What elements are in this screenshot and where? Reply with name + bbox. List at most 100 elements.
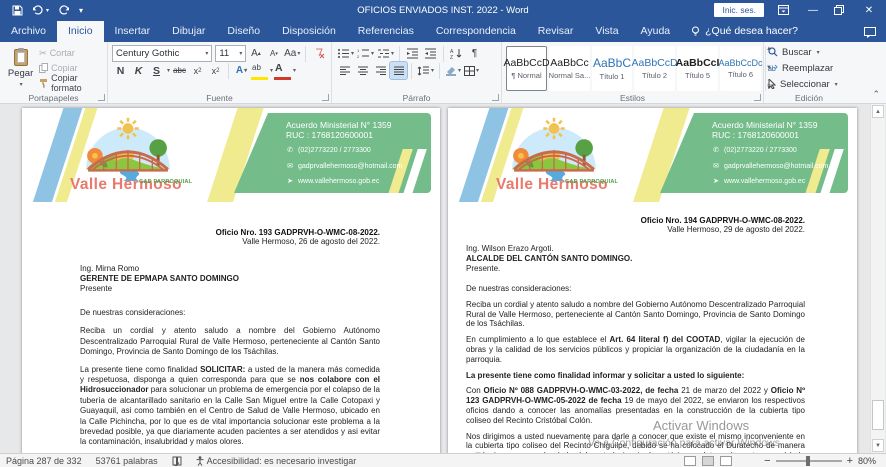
shrink-font-button[interactable]: A▾	[265, 45, 282, 62]
grow-font-button[interactable]: A▴	[247, 45, 264, 62]
bold-button[interactable]: N	[112, 62, 129, 79]
tab-dibujar[interactable]: Dibujar	[161, 21, 216, 42]
underline-button[interactable]: S	[148, 62, 165, 79]
tab-diseno[interactable]: Diseño	[216, 21, 271, 42]
borders-button[interactable]: ▾	[463, 62, 480, 79]
style-normal[interactable]: AaBbCcD ¶ Normal	[506, 46, 547, 91]
cut-button[interactable]: ✂Cortar	[37, 46, 103, 60]
align-center-button[interactable]	[354, 62, 371, 79]
tab-correspondencia[interactable]: Correspondencia	[425, 21, 527, 42]
tab-ayuda[interactable]: Ayuda	[630, 21, 682, 42]
phone-number: (02)2773220 / 2773300	[298, 146, 371, 156]
zoom-slider-thumb[interactable]	[806, 456, 810, 466]
select-button[interactable]: Seleccionar▾	[768, 77, 850, 91]
align-right-button[interactable]	[372, 62, 389, 79]
website: www.vallehermoso.gob.ec	[298, 177, 379, 187]
restore-button[interactable]	[834, 5, 848, 15]
line-spacing-button[interactable]: ▾	[416, 62, 435, 79]
proofing-icon[interactable]	[172, 456, 182, 466]
collapse-ribbon-icon[interactable]: ⌃	[872, 89, 880, 100]
salutation: De nuestras consideraciones:	[80, 308, 380, 318]
text-effects-button[interactable]: A▾	[233, 62, 250, 79]
tab-insertar[interactable]: Insertar	[104, 21, 162, 42]
word-count[interactable]: 53761 palabras	[96, 456, 158, 466]
close-button[interactable]: ✕	[862, 5, 876, 16]
font-size-combo[interactable]: 11▾	[215, 45, 246, 62]
oficio-date: Valle Hermoso, 26 de agosto del 2022.	[80, 237, 380, 246]
style-titulo-2[interactable]: AaBbCcD Título 2	[634, 46, 675, 91]
decrease-indent-button[interactable]	[404, 45, 421, 62]
paragraph-dialog-launcher[interactable]	[492, 94, 499, 101]
ribbon-display-options-icon[interactable]	[778, 5, 792, 15]
activate-windows-watermark: Activar Windows	[653, 418, 749, 433]
sort-button[interactable]: AZ	[448, 45, 465, 62]
scrollbar-thumb[interactable]	[872, 400, 884, 430]
vertical-scrollbar[interactable]: ▲ ▼	[870, 104, 885, 453]
find-button[interactable]: Buscar▾	[768, 45, 850, 59]
style-titulo-6[interactable]: AaBbCcDc Título 6	[720, 46, 761, 91]
subscript-button[interactable]: x2	[189, 62, 206, 79]
zoom-level[interactable]: 80%	[858, 456, 880, 466]
tab-disposicion[interactable]: Disposición	[271, 21, 347, 42]
clipboard-dialog-launcher[interactable]	[98, 94, 105, 101]
letterhead-banner: Acuerdo Ministerial N° 1359 RUC : 176812…	[234, 113, 431, 193]
tab-revisar[interactable]: Revisar	[527, 21, 585, 42]
style-titulo-5[interactable]: AaBbCcI Título 5	[677, 46, 718, 91]
clear-formatting-button[interactable]	[310, 45, 327, 62]
paste-button[interactable]: Pegar ▾	[4, 45, 37, 91]
change-case-button[interactable]: Aa▾	[283, 45, 301, 62]
font-name-combo[interactable]: Century Gothic▾	[112, 45, 212, 62]
feedback-icon[interactable]	[864, 27, 876, 38]
style-normal-sa[interactable]: AaBbCc Normal Sa...	[549, 46, 590, 91]
tell-me-box[interactable]: ¿Qué desea hacer?	[681, 21, 808, 42]
undo-icon[interactable]: ▾	[32, 5, 49, 15]
multilevel-list-button[interactable]: ▾	[376, 45, 395, 62]
strikethrough-button[interactable]: abc	[171, 62, 188, 79]
tab-archivo[interactable]: Archivo	[0, 21, 57, 42]
letter-body[interactable]: Oficio Nro. 193 GADPRVH-O-WMC-08-2022. V…	[22, 228, 440, 448]
align-left-button[interactable]	[336, 62, 353, 79]
document-area: Acuerdo Ministerial N° 1359 RUC : 176812…	[0, 104, 886, 453]
tab-vista[interactable]: Vista	[584, 21, 629, 42]
zoom-out-button[interactable]: −	[764, 456, 770, 466]
customize-qat-icon[interactable]: ▾	[79, 6, 83, 15]
numbering-button[interactable]: 12▾	[356, 45, 375, 62]
read-mode-button[interactable]	[684, 456, 696, 466]
format-painter-button[interactable]: Copiar formato	[37, 76, 103, 90]
sign-in-button[interactable]: Inic. ses.	[714, 3, 764, 17]
highlight-button[interactable]: ab	[251, 62, 268, 79]
styles-dialog-launcher[interactable]	[754, 94, 761, 101]
zoom-slider[interactable]	[776, 460, 842, 462]
web-layout-button[interactable]	[720, 456, 732, 466]
style-titulo-1[interactable]: AaBbC Título 1	[592, 46, 632, 91]
tab-inicio[interactable]: Inicio	[57, 21, 104, 42]
valle-hermoso-logo	[500, 111, 608, 183]
document-page-2[interactable]: Acuerdo Ministerial N° 1359 RUC : 176812…	[448, 108, 857, 453]
paragraph: Reciba un cordial y atento saludo a nomb…	[80, 326, 380, 357]
save-icon[interactable]	[12, 5, 23, 16]
salutation: De nuestras consideraciones:	[466, 284, 805, 294]
bullets-button[interactable]: ▾	[336, 45, 355, 62]
scroll-down-icon[interactable]: ▼	[872, 439, 884, 452]
scroll-up-icon[interactable]: ▲	[872, 105, 884, 118]
zoom-in-button[interactable]: +	[847, 456, 853, 466]
minimize-button[interactable]: —	[806, 5, 820, 16]
document-page-1[interactable]: Acuerdo Ministerial N° 1359 RUC : 176812…	[22, 108, 440, 453]
redo-icon[interactable]	[58, 5, 70, 15]
replace-button[interactable]: ab Reemplazar	[768, 61, 850, 75]
print-layout-button[interactable]	[702, 456, 714, 466]
ribbon-tabs: Archivo Inicio Insertar Dibujar Diseño D…	[0, 20, 886, 42]
italic-button[interactable]: K	[130, 62, 147, 79]
increase-indent-button[interactable]	[422, 45, 439, 62]
page-indicator[interactable]: Página 287 de 332	[6, 456, 82, 466]
show-marks-button[interactable]: ¶	[466, 45, 483, 62]
acuerdo-ministerial: Acuerdo Ministerial N° 1359	[286, 120, 431, 130]
superscript-button[interactable]: x2	[207, 62, 224, 79]
tab-referencias[interactable]: Referencias	[347, 21, 425, 42]
paragraph: La presente tiene como finalidad informa…	[466, 371, 805, 381]
font-dialog-launcher[interactable]	[322, 94, 329, 101]
font-color-button[interactable]: A	[274, 62, 291, 79]
accessibility-status[interactable]: Accesibilidad: es necesario investigar	[196, 456, 357, 466]
shading-button[interactable]: ▾	[444, 62, 462, 79]
justify-button[interactable]	[390, 62, 407, 79]
